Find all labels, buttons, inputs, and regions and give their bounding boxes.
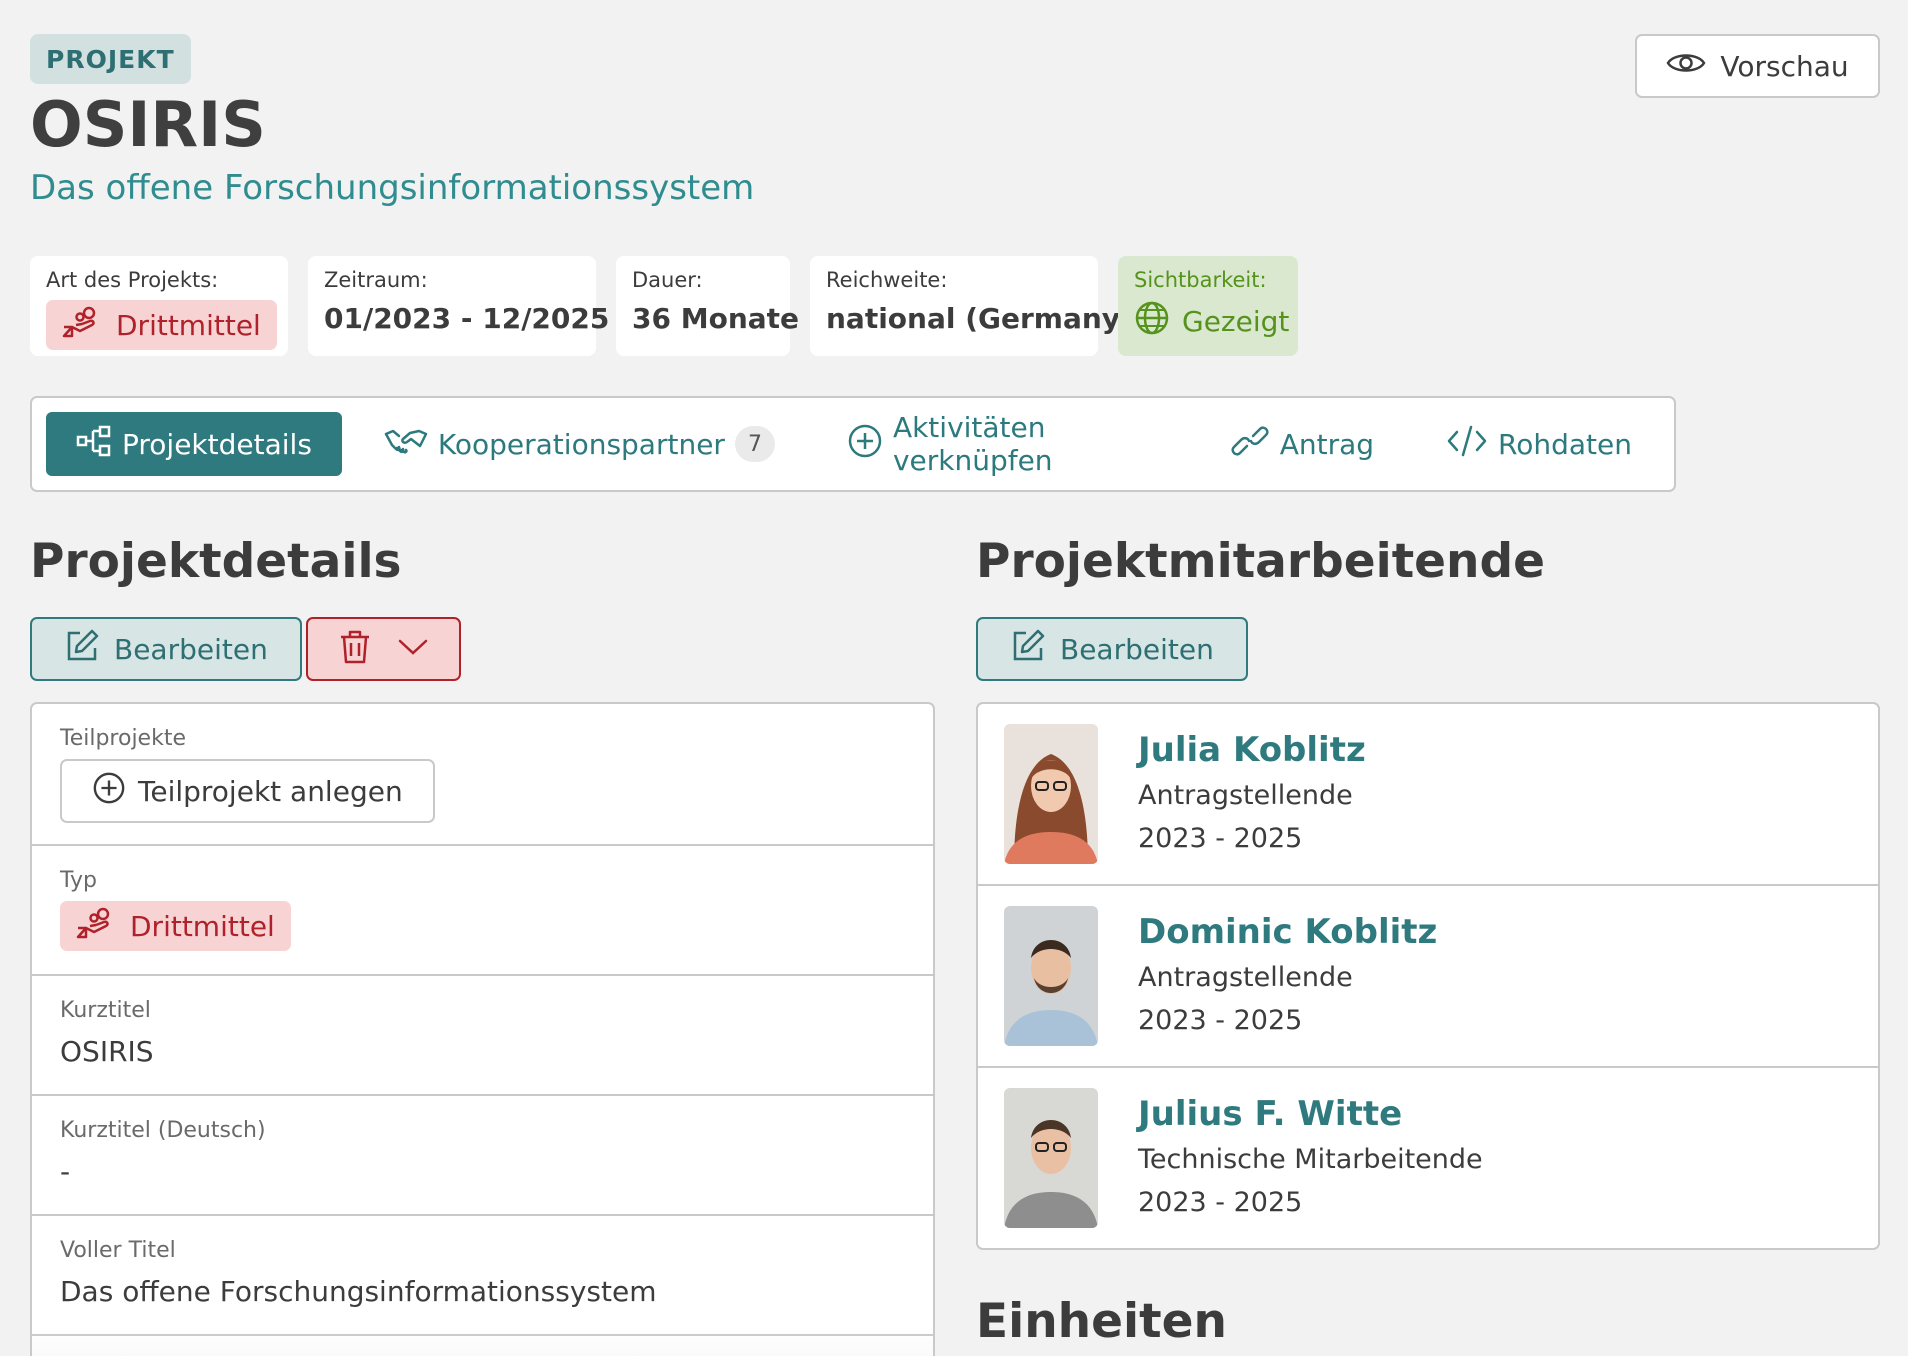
avatar[interactable] [1004, 724, 1098, 864]
edit-members-label: Bearbeiten [1060, 632, 1214, 666]
tab-projektdetails[interactable]: Projektdetails [46, 412, 342, 476]
info-dauer: Dauer: 36 Monate [616, 256, 800, 356]
info-reichweite-value: national (Germany) [826, 302, 1133, 335]
info-reichweite: Reichweite: national (Germany) [810, 256, 1133, 356]
eye-icon [1666, 50, 1706, 83]
info-zeitraum-value: 01/2023 - 12/2025 [324, 302, 610, 335]
code-icon [1446, 424, 1488, 465]
visibility-value: Gezeigt [1182, 305, 1290, 338]
globe-icon [1134, 300, 1170, 343]
tab-aktivitaeten-label: Aktivitäten verknüpfen [892, 411, 1053, 477]
info-art-label: Art des Projekts: [46, 268, 219, 292]
member-name[interactable]: Dominic Koblitz [1138, 912, 1437, 952]
member-years: 2023 - 2025 [1138, 1187, 1303, 1218]
hand-coins-icon [62, 305, 102, 346]
plus-circle-icon [847, 423, 883, 466]
plus-circle-icon [92, 771, 126, 812]
tree-structure-icon [76, 424, 112, 465]
trash-icon [339, 629, 371, 669]
tab-antrag[interactable]: Antrag [1200, 412, 1404, 476]
kurztitel-value: OSIRIS [60, 1035, 154, 1068]
tab-rohdaten[interactable]: Rohdaten [1416, 412, 1662, 476]
hand-coins-icon [76, 906, 116, 947]
details-row-kurztitel: Kurztitel OSIRIS [32, 976, 933, 1096]
typ-chip: Drittmittel [60, 901, 291, 951]
projektdetails-heading: Projektdetails [30, 534, 402, 589]
tab-bar: Projektdetails Kooperationspartner 7 Akt… [30, 396, 1676, 492]
details-row-teilprojekte: Teilprojekte Teilprojekt anlegen [32, 704, 933, 846]
info-reichweite-label: Reichweite: [826, 268, 948, 292]
member-name[interactable]: Julia Koblitz [1138, 730, 1366, 770]
partner-count-badge: 7 [734, 426, 775, 462]
details-row-voller-titel: Voller Titel Das offene Forschungsinform… [32, 1216, 933, 1336]
funding-type-value: Drittmittel [116, 308, 261, 342]
details-list: Teilprojekte Teilprojekt anlegen Typ Dri… [30, 702, 935, 1356]
member-years: 2023 - 2025 [1138, 1005, 1303, 1036]
funding-type-chip: Drittmittel [46, 300, 277, 350]
details-row-typ: Typ Drittmittel [32, 846, 933, 976]
page-subtitle: Das offene Forschungsinformationssystem [30, 168, 755, 208]
voller-titel-value: Das offene Forschungsinformationssystem [60, 1275, 657, 1308]
member-years: 2023 - 2025 [1138, 823, 1303, 854]
edit-icon [64, 628, 100, 671]
info-dauer-label: Dauer: [632, 268, 703, 292]
bottom-fade [32, 1330, 933, 1356]
members-list: Julia Koblitz Antragstellende 2023 - 202… [976, 702, 1880, 1250]
member-name[interactable]: Julius F. Witte [1138, 1094, 1483, 1134]
tab-kooperationspartner-label: Kooperationspartner [437, 427, 725, 461]
preview-button[interactable]: Vorschau [1635, 34, 1880, 98]
voller-titel-label: Voller Titel [60, 1238, 176, 1263]
info-dauer-value: 36 Monate [632, 302, 800, 335]
tab-projektdetails-label: Projektdetails [122, 427, 312, 461]
delete-dropdown-button[interactable] [306, 617, 461, 681]
chevron-down-icon [397, 637, 429, 661]
info-art: Art des Projekts: Drittmittel [30, 256, 288, 356]
typ-label: Typ [60, 868, 97, 893]
info-zeitraum-label: Zeitraum: [324, 268, 428, 292]
tab-rohdaten-label: Rohdaten [1498, 427, 1632, 461]
members-heading: Projektmitarbeitende [976, 534, 1546, 589]
avatar[interactable] [1004, 906, 1098, 1046]
page-title: OSIRIS [30, 88, 266, 161]
tab-kooperationspartner[interactable]: Kooperationspartner 7 [354, 412, 805, 476]
member-role: Technische Mitarbeitende [1138, 1144, 1483, 1175]
units-heading: Einheiten [976, 1294, 1227, 1349]
member-role: Antragstellende [1138, 780, 1353, 811]
tab-aktivitaeten[interactable]: Aktivitäten verknüpfen [817, 411, 1188, 477]
project-page: PROJEKT OSIRIS Das offene Forschungsinfo… [30, 0, 1880, 1356]
typ-value: Drittmittel [130, 909, 275, 943]
link-icon [1230, 424, 1270, 465]
info-sichtbarkeit: Sichtbarkeit: Gezeigt [1118, 256, 1298, 356]
kurztitel-de-label: Kurztitel (Deutsch) [60, 1118, 266, 1143]
info-zeitraum: Zeitraum: 01/2023 - 12/2025 [308, 256, 610, 356]
tab-antrag-label: Antrag [1279, 427, 1375, 461]
create-subproject-button[interactable]: Teilprojekt anlegen [60, 759, 435, 823]
member-role: Antragstellende [1138, 962, 1353, 993]
member-row: Julia Koblitz Antragstellende 2023 - 202… [978, 704, 1878, 886]
teilprojekte-label: Teilprojekte [60, 726, 186, 751]
preview-label: Vorschau [1720, 49, 1849, 83]
member-row: Julius F. Witte Technische Mitarbeitende… [978, 1068, 1878, 1248]
details-row-kurztitel-de: Kurztitel (Deutsch) - [32, 1096, 933, 1216]
edit-details-label: Bearbeiten [114, 632, 268, 666]
avatar[interactable] [1004, 1088, 1098, 1228]
edit-icon [1010, 628, 1046, 671]
kurztitel-label: Kurztitel [60, 998, 151, 1023]
edit-details-button[interactable]: Bearbeiten [30, 617, 302, 681]
handshake-icon [384, 426, 428, 463]
create-subproject-label: Teilprojekt anlegen [138, 774, 403, 808]
member-row: Dominic Koblitz Antragstellende 2023 - 2… [978, 886, 1878, 1068]
info-sichtbarkeit-label: Sichtbarkeit: [1134, 268, 1267, 292]
edit-members-button[interactable]: Bearbeiten [976, 617, 1248, 681]
type-badge: PROJEKT [30, 34, 191, 84]
kurztitel-de-value: - [60, 1155, 71, 1188]
